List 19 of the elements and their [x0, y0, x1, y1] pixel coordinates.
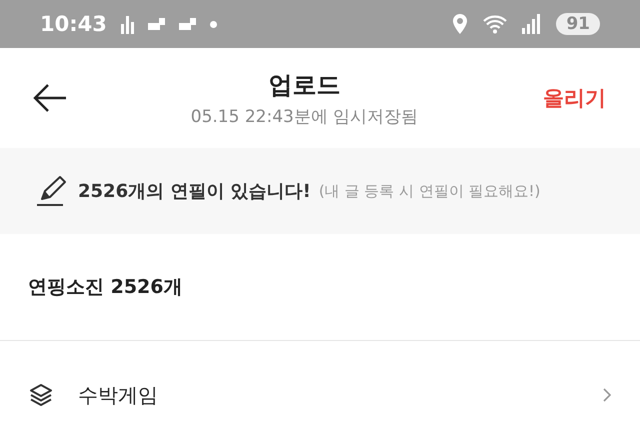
battery-indicator: 91: [556, 13, 600, 35]
page-title: 업로드: [268, 70, 340, 100]
notice-text: 2526개의 연필이 있습니다!: [78, 180, 311, 203]
location-icon: [452, 14, 468, 34]
steps-icon: [178, 18, 196, 30]
autosave-text: 05.15 22:43분에 임시저장됨: [190, 106, 418, 128]
chevron-icon: [602, 387, 612, 403]
dot-icon: [210, 20, 217, 28]
status-time: 10:43: [40, 12, 107, 36]
category-row[interactable]: 수박게임: [0, 341, 640, 440]
steps-icon: [148, 18, 165, 30]
upload-button[interactable]: 올리기: [539, 80, 610, 116]
bars-icon: [120, 14, 134, 34]
layers-icon: [28, 382, 54, 408]
notice-hint: (내 글 등록 시 연필이 필요해요!): [318, 182, 540, 200]
section-title: 연핑소진 2526개: [28, 275, 182, 300]
wifi-icon: [482, 14, 508, 34]
row-label: 수박게임: [78, 382, 159, 408]
signal-icon: [522, 14, 542, 34]
